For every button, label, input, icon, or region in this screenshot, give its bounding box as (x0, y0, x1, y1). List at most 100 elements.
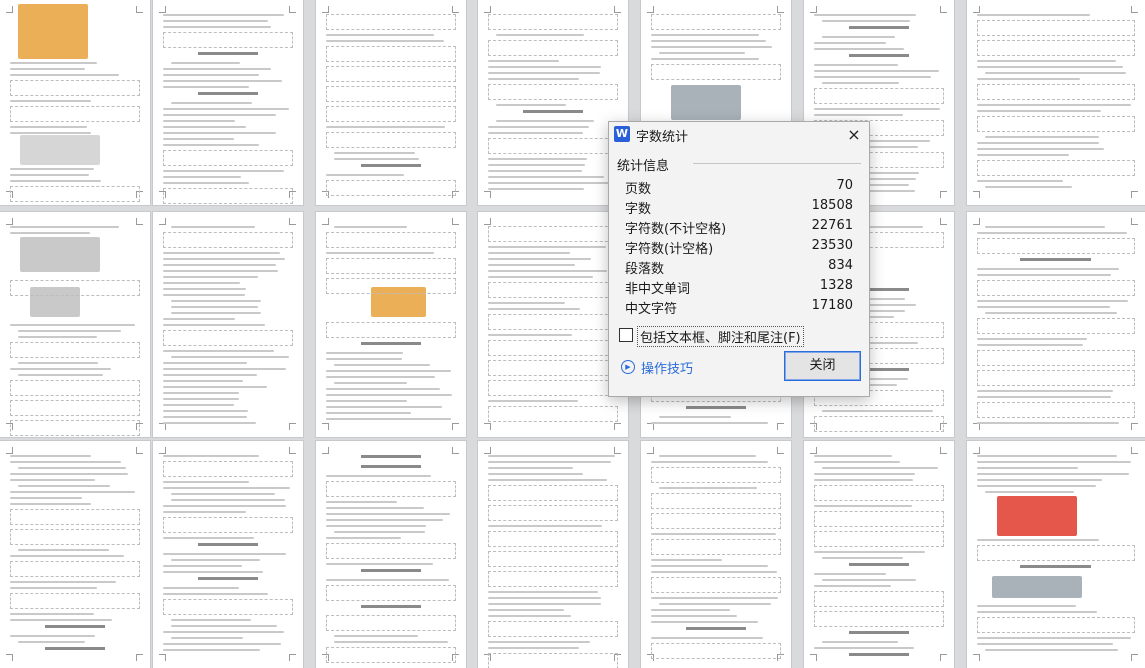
page-margin-mark (614, 447, 621, 454)
page-margin-mark (810, 447, 817, 454)
page-thumbnail[interactable] (967, 212, 1145, 437)
page-equation-box (326, 322, 456, 338)
page-margin-mark (159, 654, 166, 661)
page-thumbnail[interactable] (0, 441, 150, 668)
page-text-line (163, 270, 278, 272)
dialog-titlebar[interactable]: W 字数统计 × (609, 122, 869, 148)
page-equation-box (814, 611, 944, 627)
page-text-line (488, 467, 573, 469)
page-margin-mark (1131, 654, 1138, 661)
page-text-line (163, 14, 284, 16)
page-text-line (822, 641, 898, 643)
page-text-line (488, 132, 583, 134)
page-text-line (814, 479, 913, 481)
page-thumbnail[interactable] (316, 212, 466, 437)
page-equation-box (326, 543, 456, 559)
page-text-line (18, 641, 85, 643)
page-equation-box (326, 66, 456, 82)
page-equation-box (163, 461, 293, 477)
page-thumbnail[interactable] (641, 441, 791, 668)
page-text-line (977, 14, 1090, 16)
page-text-line (651, 609, 730, 611)
close-icon[interactable]: × (843, 124, 865, 146)
page-text-line (488, 60, 559, 62)
page-text-line (163, 416, 247, 418)
page-text-line (18, 336, 97, 338)
page-text-line (171, 619, 251, 621)
page-equation-box (163, 32, 293, 48)
page-text-line (488, 66, 601, 68)
page-thumbnail[interactable] (0, 212, 150, 437)
page-text-line (488, 609, 564, 611)
page-text-line (977, 637, 1131, 639)
page-thumbnail[interactable] (967, 441, 1145, 668)
page-text-line (326, 501, 397, 503)
page-thumbnail[interactable] (153, 0, 303, 205)
page-text-line (163, 252, 280, 254)
page-text-line (977, 78, 1080, 80)
page-text-line (171, 306, 258, 308)
page-margin-mark (484, 447, 491, 454)
page-thumbnail[interactable] (0, 0, 150, 205)
page-text-line (977, 60, 1116, 62)
page-text-line (171, 493, 275, 495)
page-margin-mark (777, 423, 784, 430)
page-figure (20, 237, 100, 272)
page-equation-box (488, 485, 618, 501)
page-text-line (488, 473, 583, 475)
page-text-line (163, 593, 268, 595)
page-thumbnail[interactable] (804, 441, 954, 668)
page-margin-mark (136, 654, 143, 661)
page-text-line (163, 108, 289, 110)
page-margin-mark (973, 423, 980, 430)
page-heading-mark (45, 647, 105, 650)
page-thumbnail[interactable] (967, 0, 1145, 205)
page-thumbnail[interactable] (153, 212, 303, 437)
page-margin-mark (940, 447, 947, 454)
page-text-line (326, 519, 443, 521)
page-text-line (814, 505, 912, 507)
page-margin-mark (322, 423, 329, 430)
page-heading-mark (361, 605, 421, 608)
page-equation-box (977, 370, 1135, 386)
page-margin-mark (159, 218, 166, 225)
page-text-line (10, 68, 85, 70)
page-heading-mark (1020, 565, 1091, 568)
page-text-line (488, 641, 590, 643)
page-margin-mark (647, 447, 654, 454)
page-thumbnail[interactable] (478, 441, 628, 668)
page-equation-box (10, 509, 140, 525)
page-equation-box (651, 493, 781, 509)
page-heading-mark (849, 653, 909, 656)
page-text-line (18, 549, 109, 551)
page-thumbnail[interactable] (316, 441, 466, 668)
page-thumbnail[interactable] (153, 441, 303, 668)
page-equation-box (10, 342, 140, 358)
page-thumbnail[interactable] (478, 212, 628, 437)
page-heading-mark (361, 455, 421, 458)
stat-label: 字数 (625, 202, 652, 217)
include-textboxes-label[interactable]: 包括文本框、脚注和尾注(F) (637, 326, 804, 347)
page-equation-box (651, 513, 781, 529)
page-text-line (814, 42, 886, 44)
page-text-line (18, 330, 121, 332)
page-equation-box (326, 258, 456, 274)
page-text-line (488, 246, 606, 248)
page-thumbnail[interactable] (478, 0, 628, 205)
checkbox-icon[interactable] (619, 328, 633, 342)
page-text-line (18, 485, 110, 487)
page-equation-box (326, 180, 456, 196)
page-text-line (977, 154, 1069, 156)
stat-value: 23530 (811, 238, 853, 253)
page-margin-mark (322, 218, 329, 225)
close-button[interactable]: 关闭 (784, 351, 861, 381)
stat-row-pages: 页数 70 (625, 178, 853, 198)
page-thumbnail[interactable] (316, 0, 466, 205)
page-heading-mark (198, 92, 258, 95)
page-margin-mark (973, 191, 980, 198)
page-equation-box (977, 617, 1135, 633)
tips-label[interactable]: 操作技巧 (641, 358, 693, 377)
page-text-line (163, 144, 259, 146)
page-text-line (334, 641, 448, 643)
page-equation-box (488, 84, 618, 100)
